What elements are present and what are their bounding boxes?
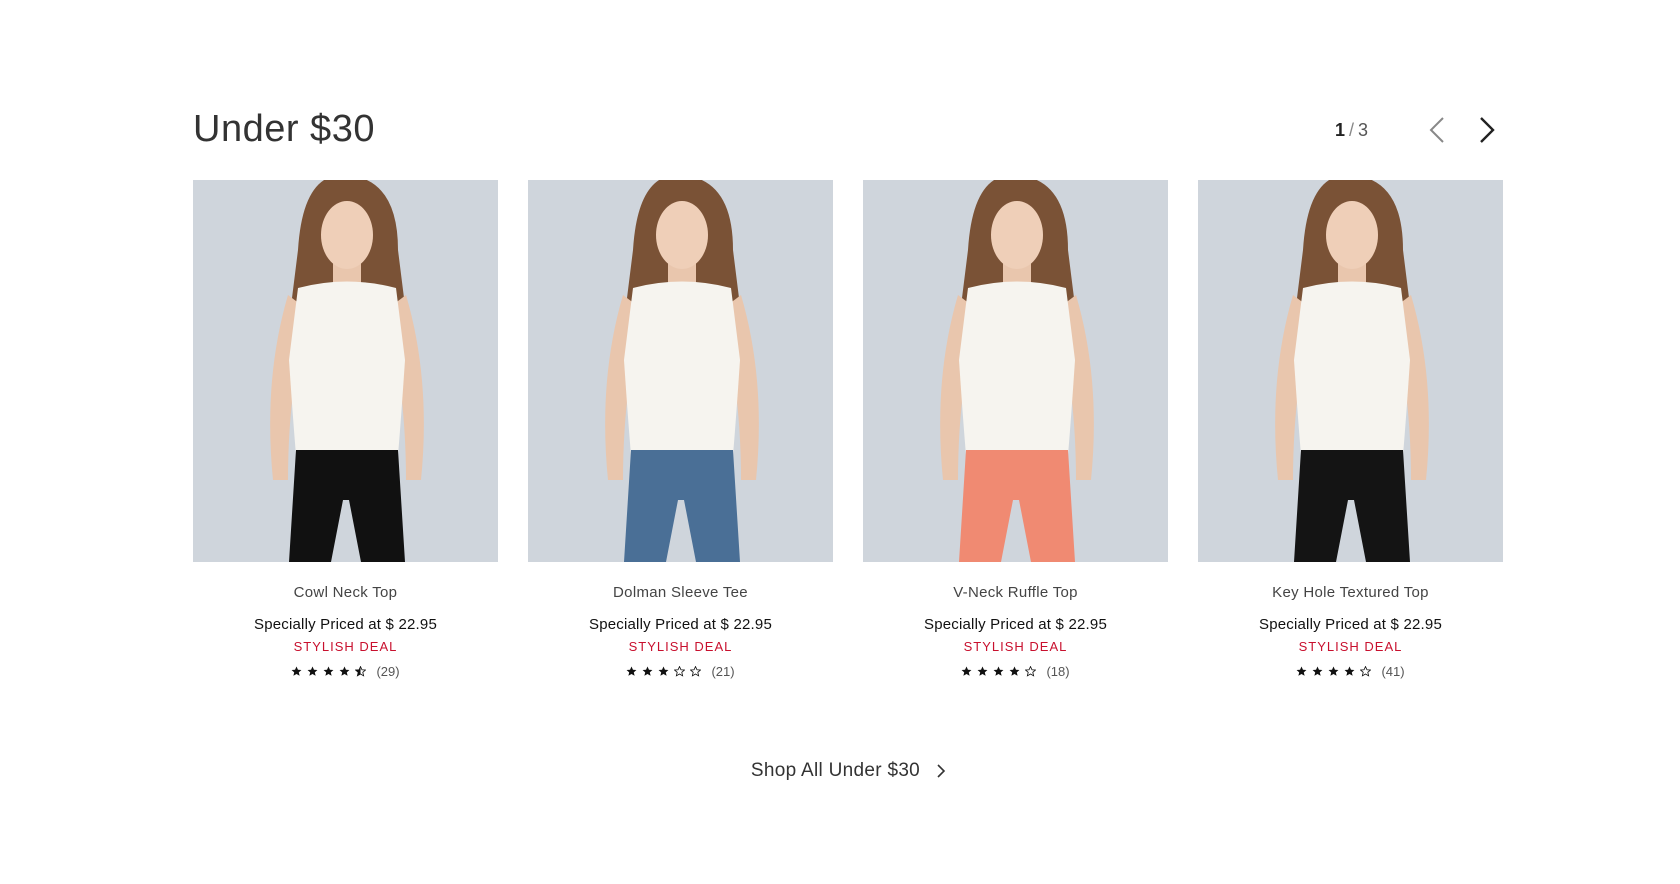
star-full-icon <box>977 666 988 676</box>
product-price: Specially Priced at $ 22.95 <box>923 616 1107 633</box>
section-title: Under $30 <box>193 108 375 150</box>
top-garment <box>959 281 1075 455</box>
star-full-icon <box>658 666 669 676</box>
star-full-icon <box>642 666 653 676</box>
page-counter: 1/3 <box>1335 120 1368 141</box>
star-empty-icon <box>674 666 686 677</box>
model-photo <box>605 180 759 562</box>
product-image[interactable] <box>863 180 1168 562</box>
review-count: (29) <box>376 664 400 679</box>
model-photo <box>270 180 424 562</box>
star-rating <box>291 666 367 677</box>
review-count: (21) <box>711 664 735 679</box>
star-empty-icon <box>690 666 702 677</box>
shop-all-container: Shop All Under $30 <box>193 760 1504 782</box>
product-name[interactable]: Key Hole Textured Top <box>1198 584 1503 601</box>
product-rating[interactable]: (18) <box>863 664 1168 679</box>
deal-badge: STYLISH DEAL <box>963 639 1068 654</box>
star-rating <box>1296 666 1372 677</box>
star-full-icon <box>1344 666 1355 676</box>
product-price: Specially Priced at $ 22.95 <box>588 616 772 633</box>
review-count: (41) <box>1381 664 1405 679</box>
chevron-right-icon <box>937 764 946 778</box>
star-empty-icon <box>1025 666 1037 677</box>
product-image[interactable] <box>1198 180 1503 562</box>
product-list: Cowl Neck Top Specially Priced at $ 22.9… <box>193 180 1503 679</box>
pants <box>1294 450 1410 562</box>
face <box>321 201 373 269</box>
star-full-icon <box>961 666 972 676</box>
review-count: (18) <box>1046 664 1070 679</box>
page-total: 3 <box>1357 119 1368 140</box>
star-full-icon <box>1009 666 1020 676</box>
star-full-icon <box>307 666 318 676</box>
product-image[interactable] <box>528 180 833 562</box>
product-image[interactable] <box>193 180 498 562</box>
next-button[interactable] <box>1470 113 1504 147</box>
deal-badge: STYLISH DEAL <box>293 639 398 654</box>
product-rating[interactable]: (41) <box>1198 664 1503 679</box>
product-card[interactable]: Key Hole Textured Top Specially Priced a… <box>1198 180 1503 679</box>
pants <box>624 450 740 562</box>
product-price: Specially Priced at $ 22.95 <box>253 616 437 633</box>
product-card[interactable]: V-Neck Ruffle Top Specially Priced at $ … <box>863 180 1168 679</box>
star-full-icon <box>339 666 350 676</box>
deal-badge: STYLISH DEAL <box>628 639 733 654</box>
star-rating <box>961 666 1037 677</box>
product-rating[interactable]: (29) <box>193 664 498 679</box>
carousel-pager: 1/3 <box>1335 114 1504 146</box>
product-carousel: Under $30 1/3 Cowl Neck Top Specially Pr… <box>193 100 1504 781</box>
star-full-icon <box>1296 666 1307 676</box>
product-price: Specially Priced at $ 22.95 <box>1258 616 1442 633</box>
top-garment <box>289 281 405 455</box>
star-empty-icon <box>1360 666 1372 677</box>
star-full-icon <box>626 666 637 676</box>
star-full-icon <box>323 666 334 676</box>
product-name[interactable]: Dolman Sleeve Tee <box>528 584 833 601</box>
star-full-icon <box>291 666 302 676</box>
product-rating[interactable]: (21) <box>528 664 833 679</box>
star-full-icon <box>993 666 1004 676</box>
carousel-header: Under $30 1/3 <box>193 100 1504 168</box>
star-rating <box>626 666 702 677</box>
top-garment <box>624 281 740 455</box>
product-card[interactable]: Cowl Neck Top Specially Priced at $ 22.9… <box>193 180 498 679</box>
model-photo <box>940 180 1094 562</box>
product-card[interactable]: Dolman Sleeve Tee Specially Priced at $ … <box>528 180 833 679</box>
product-name[interactable]: Cowl Neck Top <box>193 584 498 601</box>
pants <box>959 450 1075 562</box>
deal-badge: STYLISH DEAL <box>1298 639 1403 654</box>
face <box>656 201 708 269</box>
face <box>1326 201 1378 269</box>
shop-all-label: Shop All Under $30 <box>750 760 921 781</box>
star-half-icon <box>355 666 367 677</box>
chevron-left-icon <box>1429 117 1444 143</box>
page-separator: / <box>1348 119 1354 140</box>
product-name[interactable]: V-Neck Ruffle Top <box>863 584 1168 601</box>
model-photo <box>1275 180 1429 562</box>
star-full-icon <box>1328 666 1339 676</box>
page-current: 1 <box>1334 119 1345 140</box>
shop-all-link[interactable]: Shop All Under $30 <box>751 760 946 782</box>
prev-button[interactable] <box>1420 113 1454 147</box>
pants <box>289 450 405 562</box>
face <box>991 201 1043 269</box>
chevron-right-icon <box>1480 117 1495 143</box>
star-full-icon <box>1312 666 1323 676</box>
top-garment <box>1294 281 1410 455</box>
